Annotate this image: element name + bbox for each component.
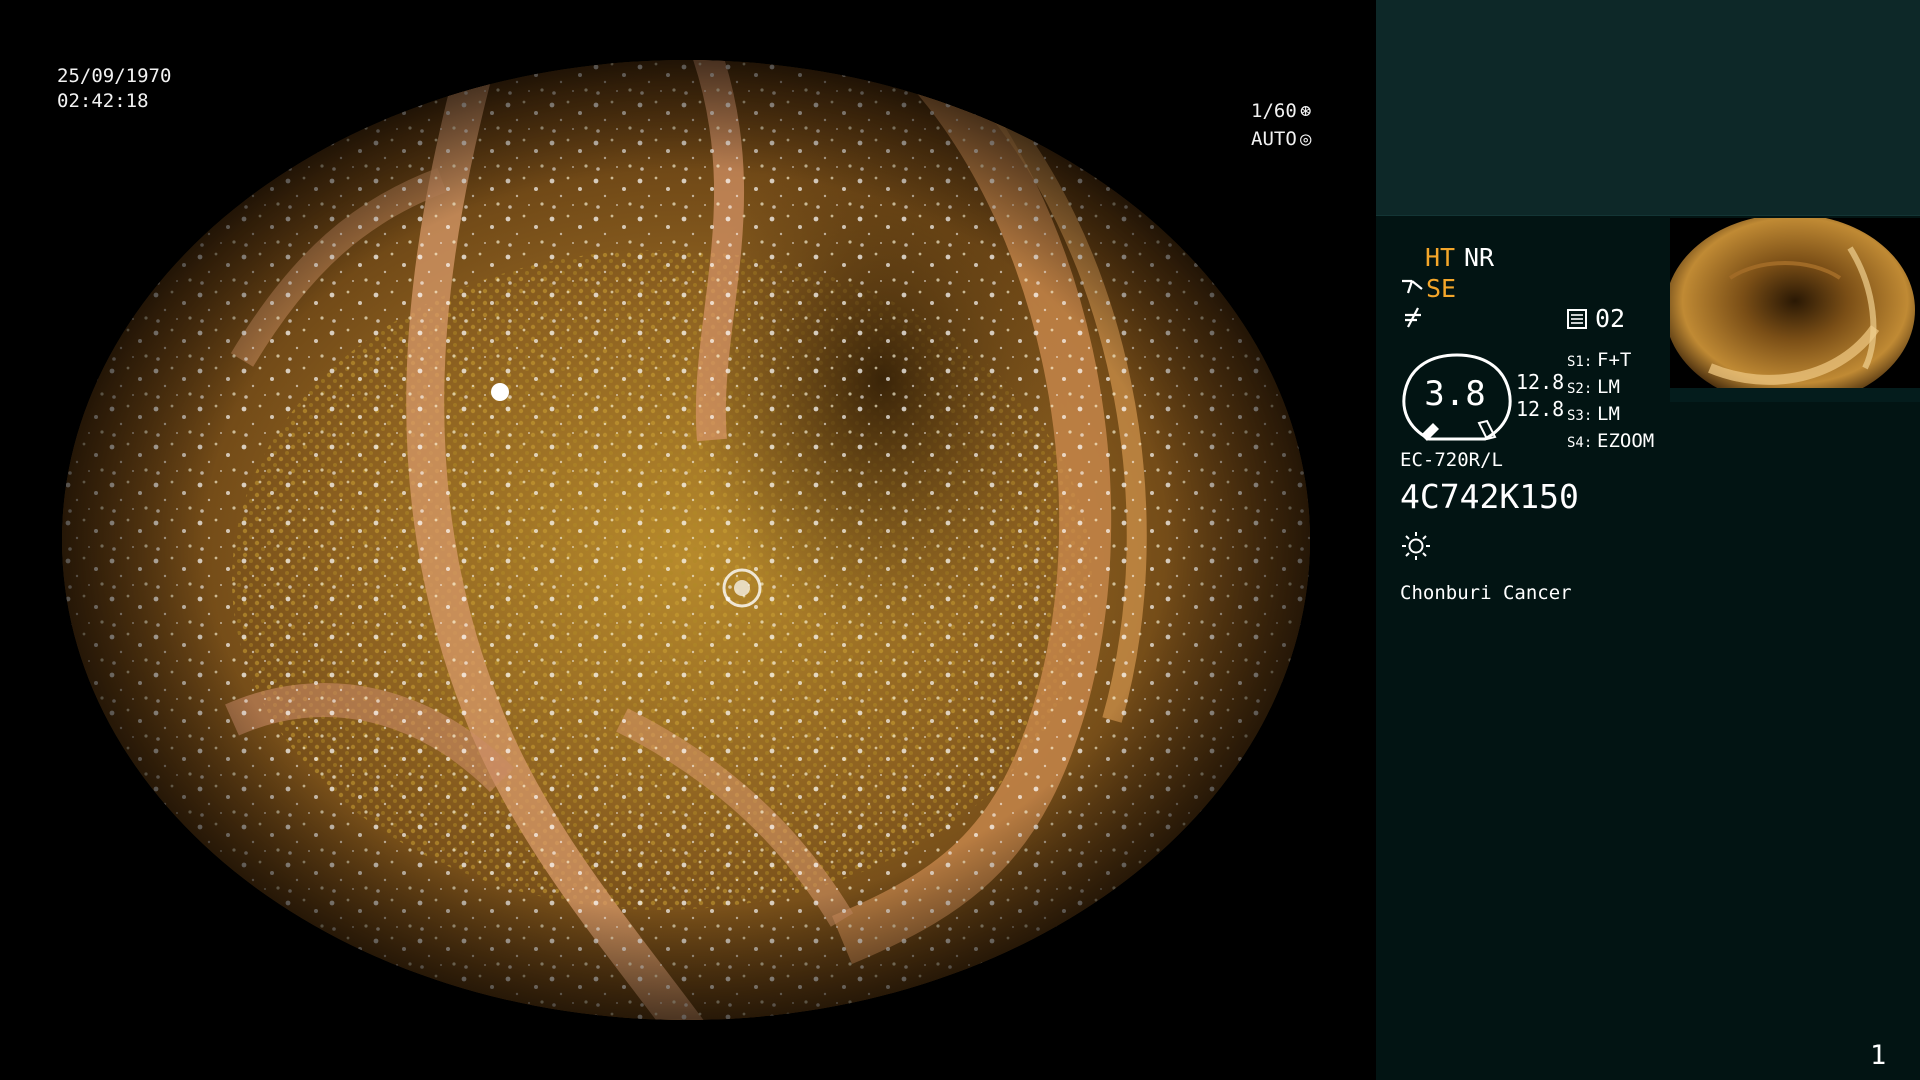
exam-time: 02:42:18: [57, 90, 149, 112]
light-source-icon: [1402, 532, 1430, 560]
switch-row-s3: S3: LM: [1567, 402, 1654, 429]
scope-switch-list: S1: F+T S2: LM S3: LM S4: EZOOM: [1567, 348, 1654, 456]
readout-upper: 12.8: [1516, 370, 1565, 394]
readout-lower: 12.8: [1516, 397, 1565, 421]
captured-thumbnail[interactable]: [1670, 218, 1920, 402]
zoom-value: 3.8: [1424, 374, 1486, 414]
scope-model: EC-720R/L: [1400, 449, 1503, 471]
nr-mode-label: NR: [1464, 243, 1495, 272]
switch-key: S1:: [1567, 354, 1593, 370]
auto-iris-icon: ◎: [1300, 128, 1312, 150]
exposure-value: AUTO: [1251, 128, 1297, 150]
se-mode-label: SE: [1426, 274, 1457, 303]
exposure-mode: AUTO ◎: [1251, 126, 1315, 153]
hospital-name: Chonburi Cancer: [1400, 582, 1572, 604]
structure-enhance-icon: [1402, 279, 1423, 294]
switch-value: EZOOM: [1597, 430, 1655, 452]
switch-row-s1: S1: F+T: [1567, 348, 1654, 375]
colon-endoscopy-image: [62, 60, 1310, 1020]
freeze-mode-icon: [1405, 307, 1421, 328]
switch-value: LM: [1597, 403, 1620, 425]
switch-row-s2: S2: LM: [1567, 375, 1654, 402]
ht-mode-label: HT: [1425, 243, 1456, 272]
switch-key: S2:: [1567, 381, 1593, 397]
switch-value: F+T: [1597, 349, 1632, 371]
status-header-band: [1376, 0, 1920, 216]
scope-serial: 4C742K150: [1400, 477, 1579, 516]
shutter-speed: 1/60 ⊛: [1251, 98, 1315, 125]
aperture-icon: ⊛: [1300, 100, 1312, 122]
switch-key: S3:: [1567, 408, 1593, 424]
page-number: 1: [1870, 1040, 1887, 1071]
exam-date: 25/09/1970: [57, 65, 172, 87]
memory-number: 02: [1595, 304, 1626, 333]
memory-icon: [1567, 309, 1587, 329]
switch-row-s4: S4: EZOOM: [1567, 429, 1654, 456]
shutter-value: 1/60: [1251, 100, 1297, 122]
endoscope-view: 25/09/1970 02:42:18 1/60 ⊛ AUTO ◎: [0, 0, 1376, 1080]
switch-value: LM: [1597, 376, 1620, 398]
switch-key: S4:: [1567, 435, 1593, 451]
